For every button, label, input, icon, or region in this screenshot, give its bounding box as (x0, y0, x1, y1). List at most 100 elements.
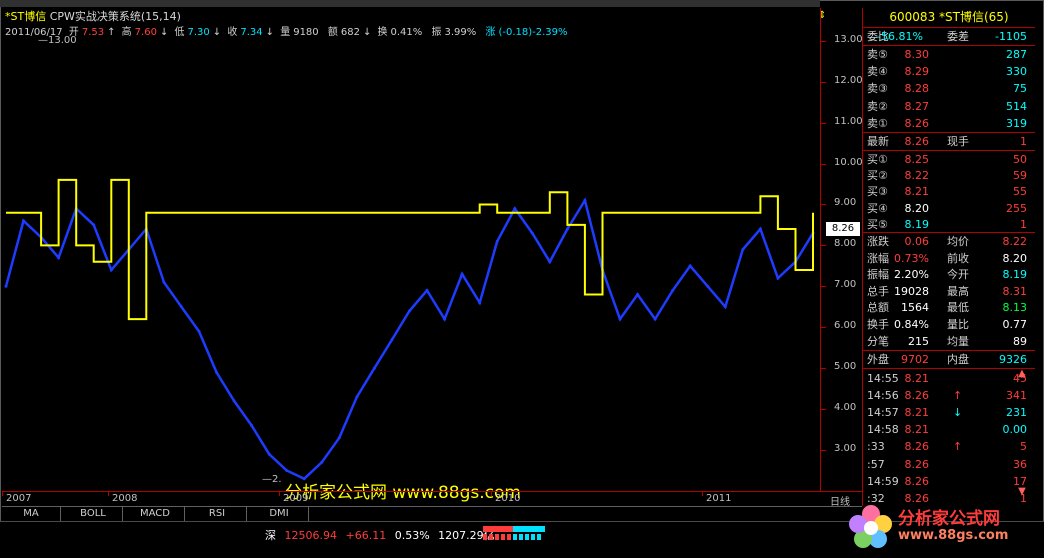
tab-boll[interactable]: BOLL (64, 507, 123, 521)
x-tick (108, 492, 109, 496)
kline-chart[interactable] (2, 8, 820, 491)
divider (863, 368, 1035, 369)
price-point (723, 305, 727, 309)
turnover-field: 换 0.41% (377, 27, 423, 38)
bid-row: 买③ 8.21 55 (867, 185, 1027, 199)
high-field: 高 7.60 ↓ (121, 27, 169, 38)
price-point (197, 329, 201, 333)
tab-ma[interactable]: MA (2, 507, 61, 521)
x-axis: 2007 2008 2009 2010 2011 日线 (2, 491, 862, 508)
ask-row: 卖④ 8.29 330 (867, 65, 1027, 79)
stat-row: 振幅 2.20% 今开 8.19 (867, 268, 1027, 282)
stat-row: 涨幅 0.73% 前收 8.20 (867, 251, 1027, 265)
price-point (443, 317, 447, 321)
price-point (320, 460, 324, 464)
site-logo: 分析家公式网 www.88gs.com (846, 498, 1042, 555)
price-point (22, 219, 25, 223)
x-label: 2011 (706, 493, 732, 504)
logo-text: 分析家公式网 (898, 509, 1000, 529)
tick-row: :57 8.26 36 (867, 457, 1027, 471)
amplitude-field: 振 3.99% (431, 27, 477, 38)
tab-dmi[interactable]: DMI (250, 507, 309, 521)
price-point (460, 272, 464, 276)
latest-row: 最新 8.26 现手 1 (867, 135, 1027, 148)
price-line (4, 197, 815, 481)
weibi-row: 委比 -56.81% 委差 -1105 (867, 30, 1027, 43)
ask-row: 卖③ 8.28 75 (867, 82, 1027, 96)
chart-title-row: *ST博信 CPW实战决策系统(15,14) (5, 8, 181, 24)
tick-row: 14:55 8.21 45 (867, 372, 1027, 385)
tick-arrow-icon: ↑ (953, 440, 963, 454)
price-point (618, 317, 622, 321)
decision-line (6, 178, 814, 321)
y-tick-label: 4.00 (834, 402, 857, 414)
y-tick-label: 11.00 (834, 115, 863, 127)
y-tick (820, 81, 826, 83)
price-point (741, 248, 745, 251)
bid-row: 买⑤ 8.19 1 (867, 217, 1027, 231)
stat-row: 分笔 215 均量 89 (867, 334, 1027, 348)
y-tick-label: 5.00 (834, 361, 857, 373)
x-label: 2007 (6, 493, 32, 504)
y-tick (820, 204, 826, 206)
low-field: 低 7.30 ↓ (174, 27, 222, 38)
price-point (109, 268, 113, 272)
price-point (179, 305, 183, 309)
bid-row: 买① 8.25 50 (867, 153, 1027, 166)
x-tick (702, 492, 703, 496)
price-point (408, 309, 411, 313)
price-point (530, 231, 534, 235)
price-point (758, 227, 762, 231)
tick-arrow-icon: ↑ (953, 389, 963, 403)
ask-row: 卖⑤ 8.30 287 (867, 48, 1027, 61)
ask-row: 卖② 8.27 514 (867, 99, 1027, 113)
stock-name: *ST博信 (5, 10, 47, 23)
price-chart-svg[interactable] (2, 8, 820, 491)
price-point (425, 288, 429, 292)
y-tick (820, 368, 826, 370)
scroll-up-icon[interactable]: ▲ (1015, 368, 1029, 381)
tick-arrow-icon: ↓ (953, 406, 963, 420)
top-toolbar-strip (0, 0, 820, 7)
price-point (162, 280, 166, 284)
price-point (583, 198, 587, 202)
y-tick-label: 3.00 (834, 443, 857, 455)
y-tick-label: 8.00 (834, 238, 857, 250)
price-point (636, 293, 640, 296)
price-point (372, 366, 376, 370)
y-tick (820, 245, 826, 247)
tick-row: 14:57 8.21 231 ↓ (867, 406, 1027, 420)
tab-rsi[interactable]: RSI (188, 507, 247, 521)
tick-row: 14:59 8.26 17 (867, 474, 1027, 488)
tick-row: :33 8.26 5 ↑ (867, 440, 1027, 454)
tab-macd[interactable]: MACD (126, 507, 185, 521)
bid-row: 买② 8.22 59 (867, 169, 1027, 183)
y-tick (820, 122, 826, 124)
y-tick-label: 7.00 (834, 279, 857, 291)
high-marker-label: —13.00 (38, 35, 77, 46)
flower-logo-icon (849, 505, 892, 548)
y-tick-label: 12.00 (834, 74, 863, 86)
price-point (57, 256, 61, 260)
price-point (92, 223, 96, 227)
close-field: 收 7.34 ↓ (227, 27, 275, 38)
y-tick (820, 40, 826, 42)
y-tick-label: 9.00 (834, 197, 857, 209)
tick-row: 14:56 8.26 341 ↑ (867, 389, 1027, 403)
y-tick (820, 409, 826, 411)
index-value: 12506.94 (284, 529, 338, 542)
bid-row: 买④ 8.20 255 (867, 201, 1027, 215)
price-point (285, 469, 289, 472)
stat-row: 总手 19028 最高 8.31 (867, 284, 1027, 298)
quote-panel: 600083 *ST博信(65) 委比 -56.81% 委差 -1105 卖⑤ 8… (862, 8, 1035, 506)
current-price-tag: 8.26 (826, 222, 860, 236)
price-point (390, 338, 394, 342)
price-point (215, 370, 218, 374)
amount-field: 额 682 ↓ (327, 27, 372, 38)
price-point (671, 288, 675, 292)
price-point (4, 284, 8, 288)
index-status: 深 12506.94 +66.11 0.53% 1207.29亿 (265, 527, 500, 543)
y-axis-line (820, 8, 821, 491)
price-point (706, 284, 710, 288)
price-point (776, 276, 780, 280)
